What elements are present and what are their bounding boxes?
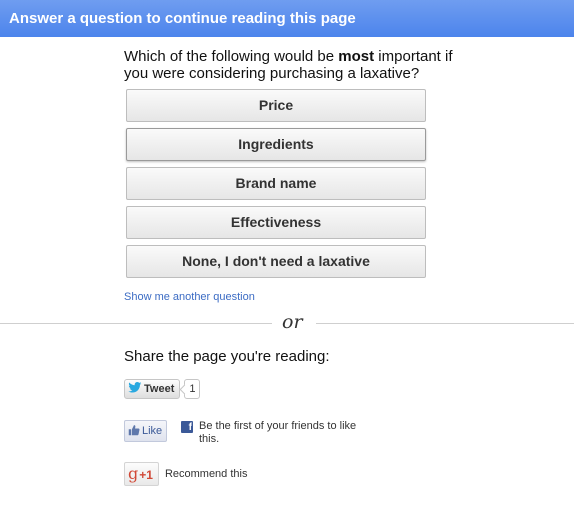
or-divider: or [0, 311, 574, 333]
question-text: Which of the following would be most imp… [124, 48, 464, 82]
like-label: Like [142, 425, 163, 437]
survey-page: Answer a question to continue reading th… [0, 0, 574, 510]
divider-line-right [316, 323, 574, 324]
answer-button-effectiveness[interactable]: Effectiveness [126, 206, 426, 239]
show-another-question-link[interactable]: Show me another question [124, 291, 255, 303]
tweet-label: Tweet [144, 383, 175, 395]
header-title: Answer a question to continue reading th… [9, 10, 356, 27]
google-plus-icon: g [128, 464, 139, 483]
survey-header: Answer a question to continue reading th… [0, 0, 574, 37]
question-text-emphasis: most [338, 48, 375, 65]
google-plus-one-button[interactable]: g+1 [124, 462, 159, 486]
tweet-widget: Tweet 1 [124, 379, 201, 399]
twitter-bird-icon [128, 382, 142, 393]
or-label: or [282, 311, 303, 333]
question-text-start: Which of the following would be [124, 48, 339, 65]
answer-button-none[interactable]: None, I don't need a laxative [126, 245, 426, 278]
share-title: Share the page you're reading: [124, 348, 330, 365]
divider-line-left [0, 323, 272, 324]
facebook-icon: f [181, 421, 193, 433]
tweet-count-bubble: 1 [184, 379, 201, 399]
answer-list: Price Ingredients Brand name Effectivene… [126, 89, 426, 284]
facebook-like-text: Be the first of your friends to like thi… [199, 420, 357, 445]
answer-button-brand-name[interactable]: Brand name [126, 167, 426, 200]
plus-one-label: +1 [139, 468, 153, 482]
facebook-like-button[interactable]: Like [124, 420, 168, 442]
answer-button-price[interactable]: Price [126, 89, 426, 122]
google-plus-widget: g+1 Recommend this [124, 462, 247, 486]
recommend-text: Recommend this [164, 468, 248, 480]
answer-button-ingredients[interactable]: Ingredients [126, 128, 426, 161]
facebook-like-widget: Like f Be the first of your friends to l… [124, 420, 384, 450]
tweet-button[interactable]: Tweet [124, 379, 181, 399]
thumbs-up-icon [128, 425, 140, 436]
